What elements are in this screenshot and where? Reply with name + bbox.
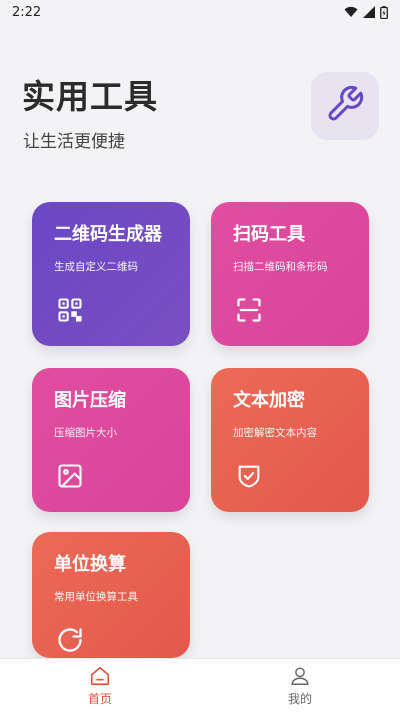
nav-item-profile[interactable]: 我的 (200, 659, 400, 712)
tool-card-unit-convert[interactable]: 单位换算 常用单位换算工具 (32, 532, 190, 658)
tool-card-image-compress[interactable]: 图片压缩 压缩图片大小 (32, 368, 190, 512)
signal-icon (363, 6, 375, 18)
battery-icon (380, 5, 388, 19)
status-time: 2:22 (12, 4, 42, 20)
card-title: 扫码工具 (233, 224, 305, 245)
wifi-icon (344, 6, 358, 18)
refresh-icon (56, 626, 84, 654)
nav-label: 我的 (287, 691, 312, 706)
bottom-nav: 首页 我的 (0, 658, 400, 712)
app-screen: 2:22 实用工具 让生活更便捷 二维码生成器 生成自定义二维码 扫码工具 扫描… (0, 0, 400, 712)
image-icon (56, 462, 84, 490)
card-description: 生成自定义二维码 (54, 261, 138, 273)
nav-label: 首页 (87, 691, 112, 706)
tools-settings-button[interactable] (311, 72, 379, 140)
status-bar: 2:22 (0, 0, 400, 24)
card-title: 单位换算 (54, 554, 126, 575)
card-title: 图片压缩 (54, 390, 126, 411)
page-title: 实用工具 (22, 77, 158, 116)
qr-code-icon (56, 296, 84, 324)
card-description: 加密解密文本内容 (233, 427, 317, 439)
wrench-icon (325, 84, 365, 128)
tool-card-scanner[interactable]: 扫码工具 扫描二维码和条形码 (211, 202, 369, 346)
card-title: 文本加密 (233, 390, 305, 411)
card-title: 二维码生成器 (54, 224, 162, 245)
shield-check-icon (235, 462, 263, 490)
card-description: 扫描二维码和条形码 (233, 261, 328, 273)
page-subtitle: 让生活更便捷 (23, 132, 125, 152)
card-description: 常用单位换算工具 (54, 591, 138, 603)
nav-item-home[interactable]: 首页 (0, 659, 200, 712)
card-description: 压缩图片大小 (54, 427, 117, 439)
scan-icon (235, 296, 263, 324)
tool-card-qr-generator[interactable]: 二维码生成器 生成自定义二维码 (32, 202, 190, 346)
user-icon (289, 665, 311, 690)
home-icon (89, 665, 111, 690)
tool-card-text-encrypt[interactable]: 文本加密 加密解密文本内容 (211, 368, 369, 512)
status-icons (344, 5, 388, 19)
